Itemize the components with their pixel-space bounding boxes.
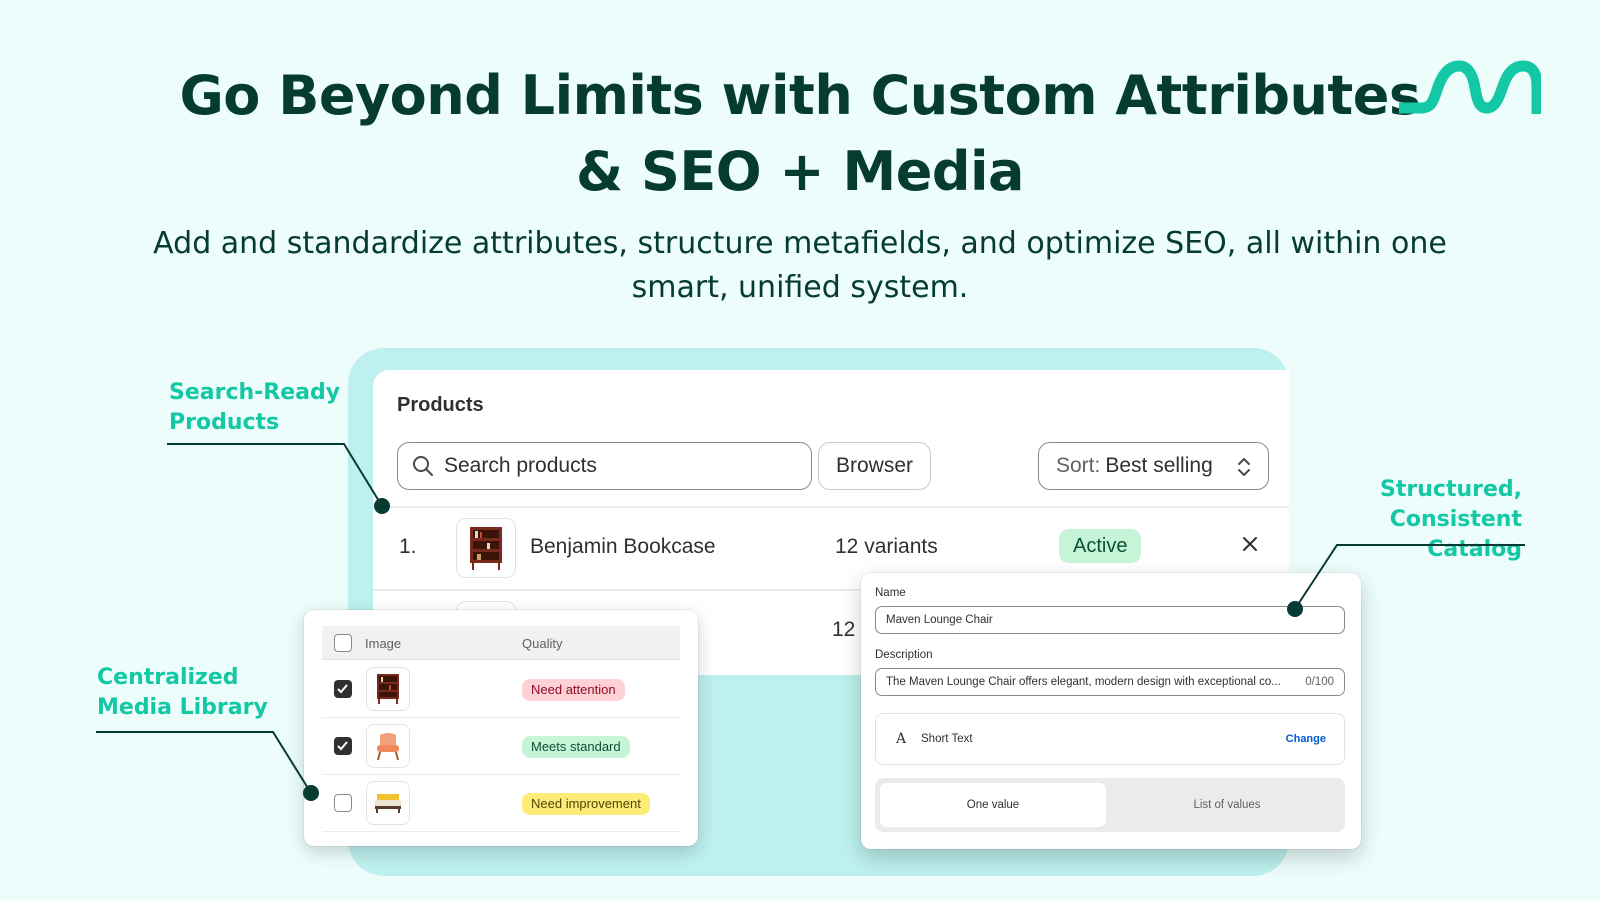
- bookcase-icon: [470, 527, 502, 570]
- hero-title-line-2: & SEO + Media: [576, 140, 1024, 203]
- column-header-image: Image: [365, 636, 402, 651]
- search-input[interactable]: Search products: [397, 442, 812, 490]
- callout-media-library: Centralized Media Library: [97, 663, 268, 723]
- callout-line: Media Library: [97, 695, 268, 720]
- list-of-values-option[interactable]: List of values: [1114, 783, 1340, 827]
- description-value: The Maven Lounge Chair offers elegant, m…: [886, 676, 1281, 688]
- browser-button[interactable]: Browser: [818, 442, 931, 490]
- callout-line: Structured,: [1380, 477, 1522, 502]
- close-icon[interactable]: [1239, 533, 1261, 555]
- sort-value: Best selling: [1105, 454, 1213, 477]
- product-name: Benjamin Bookcase: [530, 535, 716, 558]
- name-field[interactable]: Maven Lounge Chair: [875, 606, 1345, 634]
- callout-search-ready: Search-Ready Products: [169, 378, 340, 438]
- type-selector: A Short Text Change: [875, 713, 1345, 765]
- bed-icon: [375, 794, 401, 813]
- quality-badge: Meets standard: [522, 736, 630, 758]
- media-row[interactable]: Meets standard: [322, 718, 680, 775]
- column-header-quality: Quality: [522, 636, 563, 651]
- select-all-checkbox[interactable]: [334, 634, 352, 652]
- row-checkbox[interactable]: [334, 737, 352, 755]
- callout-line: Products: [169, 410, 280, 435]
- chevron-up-down-icon: [1238, 458, 1250, 476]
- hero-title-line-1: Go Beyond Limits with Custom Attributes: [179, 64, 1421, 127]
- brand-logo-icon: [1399, 60, 1541, 114]
- sort-label: Sort:: [1056, 454, 1101, 477]
- character-counter: 0/100: [1302, 669, 1334, 695]
- sort-select[interactable]: Sort: Best selling: [1038, 442, 1269, 490]
- media-row[interactable]: Need improvement: [322, 775, 680, 832]
- media-thumbnail: [366, 724, 410, 768]
- checkmark-icon: [337, 684, 348, 694]
- chair-icon: [377, 733, 399, 761]
- callout-line: Centralized: [97, 665, 239, 690]
- name-label: Name: [875, 587, 906, 599]
- bookcase-icon: [377, 674, 399, 704]
- quality-badge: Need improvement: [522, 793, 650, 815]
- description-field[interactable]: The Maven Lounge Chair offers elegant, m…: [875, 668, 1345, 696]
- media-library-panel: Image Quality Need attention Meets stand…: [304, 610, 698, 846]
- row-checkbox[interactable]: [334, 794, 352, 812]
- media-thumbnail: [366, 667, 410, 711]
- status-badge: Active: [1059, 529, 1142, 563]
- product-thumbnail: [456, 518, 516, 578]
- value-mode-toggle: One value List of values: [875, 778, 1345, 832]
- callout-catalog: Structured, Consistent Catalog: [1302, 475, 1522, 565]
- callout-line: Consistent Catalog: [1389, 507, 1522, 562]
- description-label: Description: [875, 649, 933, 661]
- media-row[interactable]: Need attention: [322, 661, 680, 718]
- search-placeholder: Search products: [444, 454, 597, 477]
- row-checkbox[interactable]: [334, 680, 352, 698]
- metafield-editor-panel: Name Maven Lounge Chair Description The …: [861, 573, 1361, 849]
- callout-line: Search-Ready: [169, 380, 341, 405]
- row-number: 1.: [399, 535, 417, 558]
- media-thumbnail: [366, 781, 410, 825]
- products-title: Products: [397, 394, 484, 416]
- change-type-link[interactable]: Change: [1286, 733, 1326, 745]
- media-table-header: Image Quality: [322, 626, 680, 660]
- one-value-option[interactable]: One value: [880, 783, 1106, 827]
- quality-badge: Need attention: [522, 679, 625, 701]
- hero-title: Go Beyond Limits with Custom Attributes …: [0, 58, 1600, 210]
- search-icon: [413, 456, 433, 476]
- connector-line: [96, 731, 312, 794]
- type-name: Short Text: [921, 733, 973, 745]
- hero-subtitle-line-1: Add and standardize attributes, structur…: [153, 226, 1447, 261]
- checkmark-icon: [337, 741, 348, 751]
- hero-subtitle-line-2: smart, unified system.: [631, 270, 969, 305]
- variant-count: 12 variants: [835, 535, 938, 558]
- hero-subtitle: Add and standardize attributes, structur…: [110, 222, 1490, 310]
- text-type-icon: A: [896, 731, 907, 747]
